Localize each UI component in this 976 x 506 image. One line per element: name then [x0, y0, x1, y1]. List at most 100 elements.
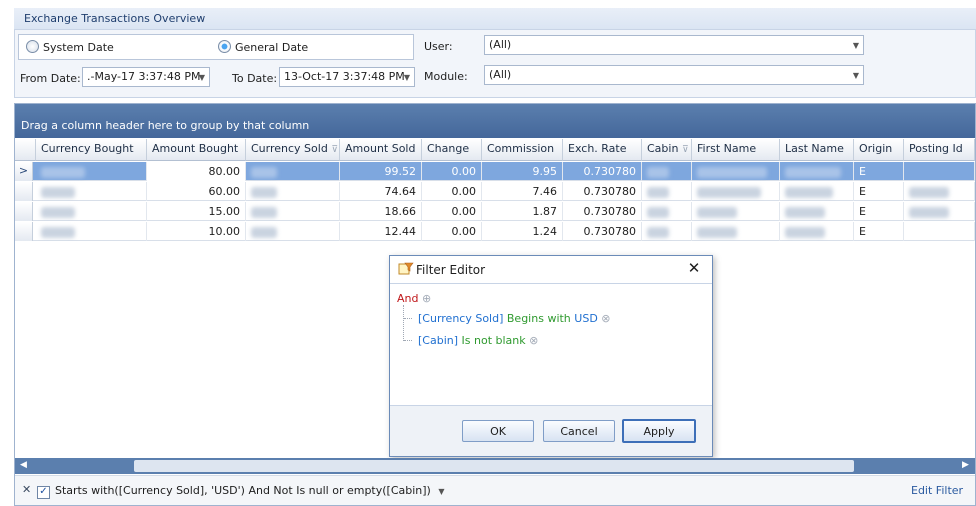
cell-cabin[interactable] — [642, 222, 692, 241]
module-label: Module: — [424, 70, 468, 83]
cell-origin[interactable]: E — [854, 222, 904, 241]
table-row[interactable]: 60.00 74.64 0.00 7.46 0.730780 E — [15, 182, 975, 201]
cell-commission[interactable]: 1.87 — [482, 202, 563, 221]
group-by-panel[interactable]: Drag a column header here to group by th… — [15, 104, 975, 138]
cell-exch-rate[interactable]: 0.730780 — [563, 182, 642, 201]
column-header-last-name[interactable]: Last Name — [780, 139, 854, 161]
column-header-change[interactable]: Change — [422, 139, 482, 161]
cell-commission[interactable]: 7.46 — [482, 182, 563, 201]
chevron-down-icon[interactable]: ▼ — [853, 41, 859, 50]
chevron-down-icon[interactable]: ▼ — [199, 73, 205, 82]
cell-first-name[interactable] — [692, 222, 780, 241]
clear-filter-icon[interactable]: ✕ — [22, 483, 31, 496]
cell-posting-id[interactable] — [904, 222, 975, 241]
filter-icon[interactable]: ⊽ — [682, 145, 689, 155]
cell-amount-sold[interactable]: 12.44 — [340, 222, 422, 241]
cell-cabin[interactable] — [642, 182, 692, 201]
cancel-button[interactable]: Cancel — [543, 420, 615, 442]
add-condition-icon[interactable]: ⊕ — [422, 292, 431, 305]
cell-last-name[interactable] — [780, 202, 854, 221]
cell-first-name[interactable] — [692, 162, 780, 181]
table-row[interactable]: > 80.00 99.52 0.00 9.95 0.730780 E — [15, 162, 975, 181]
cell-posting-id[interactable] — [904, 182, 975, 201]
cell-change[interactable]: 0.00 — [422, 202, 482, 221]
general-date-radio[interactable]: General Date — [218, 40, 308, 54]
cell-exch-rate[interactable]: 0.730780 — [563, 162, 642, 181]
system-date-radio[interactable]: System Date — [26, 40, 114, 54]
chevron-down-icon[interactable]: ▼ — [853, 71, 859, 80]
column-header-first-name[interactable]: First Name — [692, 139, 780, 161]
user-combo[interactable]: (All) ▼ — [484, 35, 864, 55]
cell-first-name[interactable] — [692, 202, 780, 221]
cell-commission[interactable]: 9.95 — [482, 162, 563, 181]
cell-amount-bought[interactable]: 80.00 — [147, 162, 246, 181]
column-header-amount-sold[interactable]: Amount Sold — [340, 139, 422, 161]
cell-last-name[interactable] — [780, 182, 854, 201]
condition-currency-sold[interactable]: [Currency Sold] Begins with USD ⊗ — [418, 312, 611, 325]
table-row[interactable]: 10.00 12.44 0.00 1.24 0.730780 E — [15, 222, 975, 241]
column-header-posting-id[interactable]: Posting Id — [904, 139, 975, 161]
cell-amount-sold[interactable]: 74.64 — [340, 182, 422, 201]
scrollbar-thumb[interactable] — [134, 460, 854, 472]
column-header-currency-bought[interactable]: Currency Bought — [36, 139, 147, 161]
condition-cabin[interactable]: [Cabin] Is not blank ⊗ — [418, 334, 538, 347]
cell-change[interactable]: 0.00 — [422, 162, 482, 181]
cell-commission[interactable]: 1.24 — [482, 222, 563, 241]
scroll-right-icon[interactable]: ▶ — [962, 460, 969, 470]
cell-amount-bought[interactable]: 60.00 — [147, 182, 246, 201]
close-icon[interactable]: ✕ — [686, 259, 702, 277]
cell-currency-sold[interactable] — [246, 182, 340, 201]
cell-amount-bought[interactable]: 10.00 — [147, 222, 246, 241]
to-date-label: To Date: — [232, 72, 278, 85]
from-date-picker[interactable]: .-May-17 3:37:48 PM ▼ — [82, 67, 210, 87]
filter-icon[interactable]: ⊽ — [331, 145, 338, 155]
ok-button[interactable]: OK — [462, 420, 534, 442]
cell-currency-bought[interactable] — [36, 222, 147, 241]
cell-currency-bought[interactable] — [36, 162, 147, 181]
cell-amount-sold[interactable]: 99.52 — [340, 162, 422, 181]
cell-last-name[interactable] — [780, 162, 854, 181]
chevron-down-icon[interactable]: ▼ — [404, 73, 410, 82]
column-header-exch-rate[interactable]: Exch. Rate — [563, 139, 642, 161]
column-header-commission[interactable]: Commission — [482, 139, 563, 161]
cell-currency-sold[interactable] — [246, 222, 340, 241]
remove-condition-icon[interactable]: ⊗ — [601, 312, 610, 325]
row-pointer-icon: > — [15, 162, 33, 181]
column-header-currency-sold[interactable]: Currency Sold ⊽ — [246, 139, 340, 161]
column-header-cabin[interactable]: Cabin ⊽ — [642, 139, 692, 161]
table-row[interactable]: 15.00 18.66 0.00 1.87 0.730780 E — [15, 202, 975, 221]
cell-change[interactable]: 0.00 — [422, 222, 482, 241]
cell-last-name[interactable] — [780, 222, 854, 241]
filter-enabled-checkbox[interactable]: ✓ — [37, 484, 50, 499]
edit-filter-link[interactable]: Edit Filter — [911, 484, 963, 497]
cell-amount-sold[interactable]: 18.66 — [340, 202, 422, 221]
remove-condition-icon[interactable]: ⊗ — [529, 334, 538, 347]
scroll-left-icon[interactable]: ◀ — [20, 460, 27, 470]
cell-exch-rate[interactable]: 0.730780 — [563, 202, 642, 221]
cell-exch-rate[interactable]: 0.730780 — [563, 222, 642, 241]
apply-button[interactable]: Apply — [622, 419, 696, 443]
cell-currency-bought[interactable] — [36, 182, 147, 201]
column-header-amount-bought[interactable]: Amount Bought — [147, 139, 246, 161]
group-title: Exchange Transactions Overview — [14, 8, 976, 30]
module-combo[interactable]: (All) ▼ — [484, 65, 864, 85]
to-date-picker[interactable]: 13-Oct-17 3:37:48 PM ▼ — [279, 67, 415, 87]
cell-currency-sold[interactable] — [246, 202, 340, 221]
cell-change[interactable]: 0.00 — [422, 182, 482, 201]
cell-origin[interactable]: E — [854, 162, 904, 181]
cell-origin[interactable]: E — [854, 182, 904, 201]
cell-cabin[interactable] — [642, 162, 692, 181]
cell-currency-bought[interactable] — [36, 202, 147, 221]
column-header-origin[interactable]: Origin — [854, 139, 904, 161]
cell-cabin[interactable] — [642, 202, 692, 221]
group-operator[interactable]: And ⊕ — [397, 292, 431, 305]
filter-expression[interactable]: Starts with([Currency Sold], 'USD') And … — [55, 484, 445, 497]
cell-origin[interactable]: E — [854, 202, 904, 221]
filter-editor-icon — [398, 262, 414, 276]
chevron-down-icon[interactable]: ▼ — [438, 487, 444, 496]
cell-amount-bought[interactable]: 15.00 — [147, 202, 246, 221]
cell-posting-id[interactable] — [904, 202, 975, 221]
cell-first-name[interactable] — [692, 182, 780, 201]
cell-posting-id[interactable] — [904, 162, 975, 181]
cell-currency-sold[interactable] — [246, 162, 340, 181]
